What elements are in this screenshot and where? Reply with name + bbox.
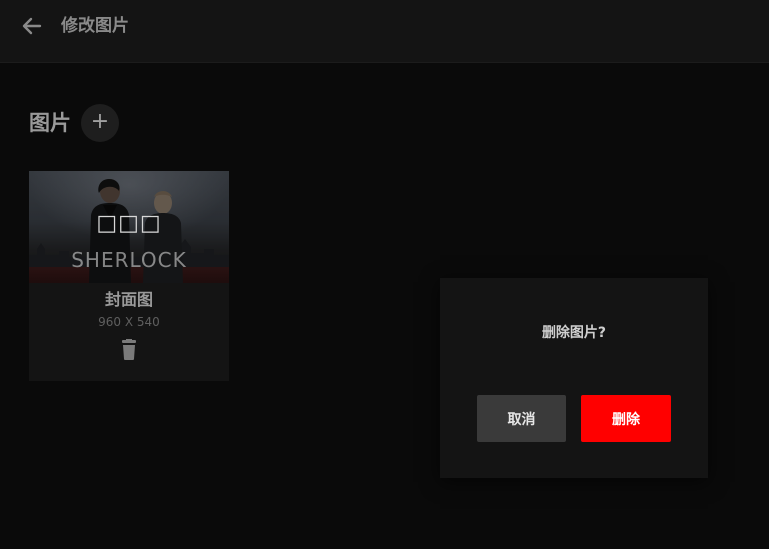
back-button[interactable] [20, 14, 44, 38]
dialog-message: 删除图片? [541, 325, 607, 341]
delete-image-button[interactable] [119, 339, 139, 361]
top-bar: 修改图片 [0, 0, 769, 63]
thumbnail-logo-text: SHERLOCK [71, 248, 187, 272]
image-thumbnail[interactable]: □□□ SHERLOCK [29, 171, 229, 283]
section-title: 图片 [29, 111, 71, 135]
image-title: 封面图 [104, 290, 153, 309]
add-image-button[interactable]: + [81, 104, 119, 142]
image-card: □□□ SHERLOCK 封面图 960 X 540 [29, 171, 229, 381]
cancel-button[interactable]: 取消 [477, 395, 566, 442]
thumbnail-label: □□□ [96, 211, 162, 236]
confirm-dialog: 删除图片? 取消 删除 [440, 278, 708, 478]
page-title: 修改图片 [61, 16, 129, 36]
image-dimensions: 960 X 540 [98, 315, 160, 329]
arrow-left-icon [22, 17, 42, 35]
trash-icon [122, 339, 136, 360]
delete-button[interactable]: 删除 [581, 395, 671, 442]
